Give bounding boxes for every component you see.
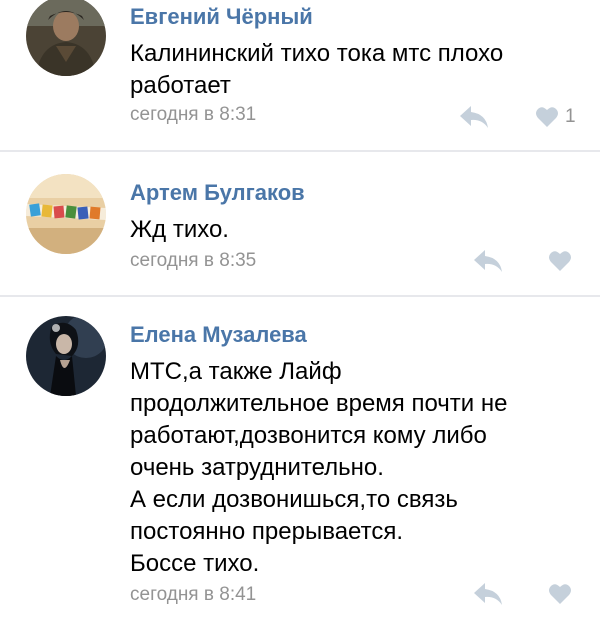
reply-arrow-icon: [474, 583, 502, 605]
comment-time[interactable]: сегодня в 8:31: [130, 104, 256, 126]
reply-arrow-icon: [474, 250, 502, 272]
comment-text-line: постоянно прерывается.: [130, 518, 403, 545]
comment-text-line: продолжительное время почти не: [130, 390, 508, 417]
heart-icon: [549, 584, 571, 604]
reply-button[interactable]: [472, 248, 504, 274]
comment-text-line: работает: [130, 72, 231, 99]
like-button[interactable]: 1: [535, 104, 576, 130]
comment-item: Евгений Чёрный Калининский тихо тока мтс…: [0, 0, 600, 150]
comment-text-line: Жд тихо.: [130, 216, 229, 243]
like-button[interactable]: [548, 581, 578, 607]
reply-button[interactable]: [458, 104, 490, 130]
comment-text: Жд тихо.: [130, 214, 585, 246]
comment-item: Артем Булгаков Жд тихо. сегодня в 8:35: [0, 150, 600, 295]
heart-icon: [536, 107, 558, 127]
comment-text-line: Калининский тихо тока мтс плохо: [130, 40, 504, 67]
comment-text-line: работают,дозвонится кому либо: [130, 422, 487, 449]
comment-text-line: А если дозвонишься,то связь: [130, 486, 458, 513]
reply-button[interactable]: [472, 581, 504, 607]
reply-arrow-icon: [460, 106, 488, 128]
comment-author[interactable]: Артем Булгаков: [130, 180, 305, 206]
comment-author[interactable]: Елена Музалева: [130, 322, 307, 348]
comment-text-line: МТС,а также Лайф: [130, 358, 342, 385]
comment-time[interactable]: сегодня в 8:41: [130, 584, 256, 606]
comment-text-line: очень затруднительно.: [130, 454, 384, 481]
like-count: 1: [565, 106, 576, 127]
comment-item: Елена Музалева МТС,а также Лайф продолжи…: [0, 295, 600, 625]
heart-icon: [549, 251, 571, 271]
comment-text: МТС,а также Лайф продолжительное время п…: [130, 356, 585, 580]
comment-text-line: Боссе тихо.: [130, 550, 260, 577]
comment-text: Калининский тихо тока мтс плохо работает: [130, 38, 585, 102]
avatar[interactable]: [26, 0, 106, 76]
like-button[interactable]: [548, 248, 578, 274]
comment-time[interactable]: сегодня в 8:35: [130, 250, 256, 272]
comment-author[interactable]: Евгений Чёрный: [130, 4, 313, 30]
avatar[interactable]: [26, 316, 106, 396]
avatar[interactable]: [26, 174, 106, 254]
